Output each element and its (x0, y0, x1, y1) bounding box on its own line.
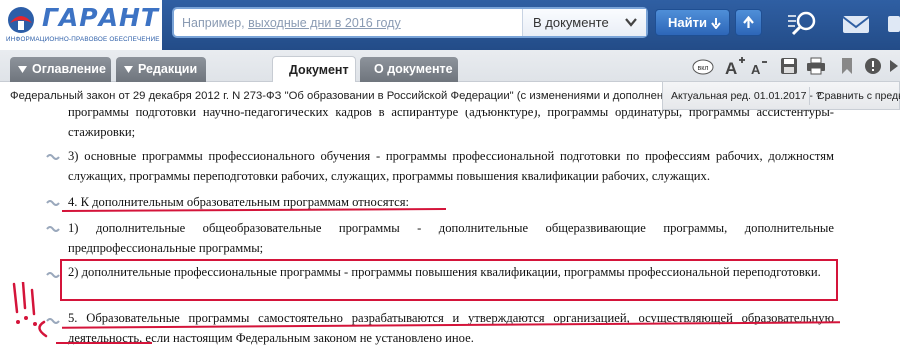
highlight-underline (56, 342, 152, 344)
link-icon[interactable] (46, 199, 60, 207)
edition-panel: Актуальная ред. 01.01.2017 - ? Сравнить … (662, 81, 900, 110)
exclamation-marks-icon (12, 282, 48, 338)
tab-editions-label: Редакции (138, 62, 198, 76)
mail-icon[interactable] (840, 10, 874, 38)
svg-text:A: A (725, 59, 737, 77)
tab-contents[interactable]: Оглавление (10, 57, 111, 82)
compare-editions-link[interactable]: Сравнить с предыд (817, 90, 900, 102)
more-icon[interactable] (888, 57, 900, 75)
tab-about-label: О документе (374, 62, 453, 76)
save-icon[interactable] (780, 57, 798, 75)
toggle-vkl-text: вкл (698, 65, 709, 72)
search-field[interactable]: Например, выходные дни в 2016 году В док… (172, 7, 648, 38)
top-header: ГАРАНТ ИНФОРМАЦИОННО-ПРАВОВОЕ ОБЕСПЕЧЕНИ… (0, 0, 900, 50)
garant-logo[interactable]: ГАРАНТ ИНФОРМАЦИОННО-ПРАВОВОЕ ОБЕСПЕЧЕНИ… (0, 0, 162, 50)
bookmark-icon[interactable] (840, 57, 854, 75)
link-icon[interactable] (46, 317, 60, 325)
tab-contents-label: Оглавление (32, 62, 106, 76)
magnifier-icon[interactable] (786, 10, 818, 38)
svg-text:A: A (751, 62, 761, 77)
link-icon[interactable] (46, 153, 60, 161)
arrow-down-icon (711, 18, 721, 29)
arrow-down-icon (124, 66, 133, 73)
edition-selector[interactable]: Актуальная ред. 01.01.2017 - ? (671, 90, 822, 102)
warning-icon[interactable] (864, 57, 882, 75)
highlight-box (60, 259, 838, 301)
placeholder-example-link[interactable]: выходные дни в 2016 году (248, 16, 401, 30)
tab-editions[interactable]: Редакции (116, 57, 206, 82)
document-body: программы подготовки научно-педагогическ… (0, 110, 900, 350)
document-title: Федеральный закон от 29 декабря 2012 г. … (10, 90, 694, 102)
logo-wordmark: ГАРАНТ (42, 3, 159, 32)
logo-tagline: ИНФОРМАЦИОННО-ПРАВОВОЕ ОБЕСПЕЧЕНИЕ (6, 36, 160, 43)
tab-document-label: Документ (289, 63, 349, 77)
tab-document[interactable]: Документ (272, 56, 356, 82)
overflow-icon[interactable] (884, 10, 900, 38)
font-decrease-icon[interactable]: A (750, 57, 768, 77)
font-increase-icon[interactable]: A (724, 55, 746, 77)
garant-logo-icon (8, 7, 34, 33)
print-icon[interactable] (806, 57, 826, 75)
chevron-down-icon (625, 18, 637, 27)
find-button[interactable]: Найти (655, 9, 730, 36)
paragraph-item-1: 1) дополнительные общеобразовательные пр… (68, 221, 834, 255)
paragraph-section-5: 5. Образовательные программы самостоятел… (68, 311, 834, 345)
link-icon[interactable] (46, 271, 60, 279)
scroll-up-button[interactable] (735, 9, 762, 36)
tab-about[interactable]: О документе (360, 57, 458, 82)
edition-divider (809, 87, 810, 105)
search-scope-label: В документе (533, 15, 609, 30)
toggle-vkl-icon[interactable]: вкл (692, 58, 714, 76)
paragraph-item-3: 3) основные программы профессионального … (68, 149, 834, 183)
search-scope-select[interactable]: В документе (522, 9, 646, 36)
find-button-label: Найти (668, 15, 707, 30)
arrow-up-icon (743, 16, 754, 28)
placeholder-prefix: Например, (182, 16, 249, 30)
search-placeholder[interactable]: Например, выходные дни в 2016 году (182, 16, 401, 30)
link-icon[interactable] (46, 225, 60, 233)
paragraph-continued: программы подготовки научно-педагогическ… (68, 110, 834, 139)
arrow-down-icon (18, 66, 27, 73)
